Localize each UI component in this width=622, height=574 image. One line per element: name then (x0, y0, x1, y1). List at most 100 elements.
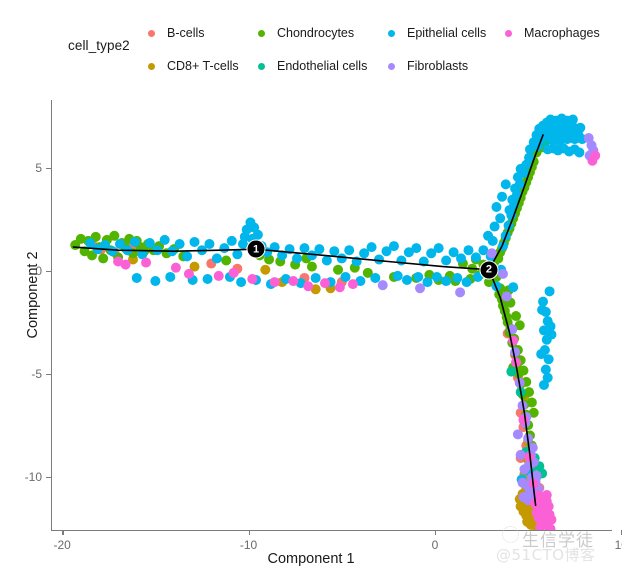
data-point (211, 253, 222, 264)
data-point (456, 253, 467, 264)
data-point (183, 268, 194, 279)
legend-swatch-icon (388, 29, 395, 37)
data-point (441, 255, 452, 266)
legend-item-b-cells[interactable]: B-cells (148, 26, 205, 40)
legend-item-endothelial-cells[interactable]: Endothelial cells (258, 59, 367, 73)
data-point (526, 397, 537, 408)
data-point (336, 253, 347, 264)
legend-swatch-icon (258, 62, 265, 70)
data-point (587, 155, 598, 166)
data-point (510, 347, 521, 358)
legend-item-label: Macrophages (524, 26, 600, 40)
data-point (370, 272, 381, 283)
data-point (441, 276, 452, 287)
data-point (182, 251, 193, 262)
data-point (366, 242, 377, 253)
data-point (544, 286, 555, 297)
data-point (247, 274, 258, 284)
trajectory-node-1: 1 (246, 239, 266, 259)
data-point (232, 249, 243, 260)
legend-item-label: B-cells (167, 26, 205, 40)
data-point (374, 254, 385, 265)
data-point (392, 270, 403, 281)
x-tick-mark (248, 530, 250, 535)
data-point (536, 349, 547, 360)
legend-item-cd8-t-cells[interactable]: CD8+ T-cells (148, 59, 239, 73)
plot-panel: 50-5-10 -20-10010 12 (25, 100, 622, 552)
data-point (518, 414, 529, 425)
legend-item-label: Epithelial cells (407, 26, 487, 40)
data-point (541, 490, 552, 501)
data-point (219, 243, 230, 254)
data-point (497, 268, 508, 279)
data-point (540, 364, 551, 375)
x-tick-label: -10 (239, 538, 258, 552)
data-point (512, 429, 523, 440)
x-axis-line (51, 530, 612, 532)
data-point (377, 280, 388, 291)
data-point (174, 239, 185, 250)
x-tick-mark (434, 530, 437, 535)
legend-item-label: Chondrocytes (277, 26, 355, 40)
data-point (518, 365, 529, 376)
data-point (288, 276, 299, 287)
data-point (150, 276, 161, 287)
data-point (507, 194, 518, 205)
data-point (159, 234, 170, 245)
data-point (189, 236, 200, 247)
data-point (333, 264, 344, 275)
data-point (314, 244, 325, 255)
data-point (98, 253, 109, 264)
data-point (344, 245, 355, 256)
data-point (226, 235, 237, 246)
data-point (483, 230, 494, 241)
data-point (120, 259, 131, 270)
data-point (131, 272, 142, 283)
trajectory-node-2: 2 (479, 260, 499, 280)
data-point (228, 267, 239, 278)
data-point (321, 255, 332, 266)
legend-title: cell_type2 (68, 38, 130, 53)
data-point (433, 243, 444, 254)
legend-item-chondrocytes[interactable]: Chondrocytes (258, 26, 354, 40)
data-point (144, 237, 155, 248)
data-point (141, 257, 152, 268)
data-point (170, 262, 181, 273)
legend-item-fibroblasts[interactable]: Fibroblasts (388, 59, 468, 73)
legend-swatch-icon (148, 29, 155, 37)
data-point (202, 274, 213, 284)
legend-item-label: Endothelial cells (277, 59, 368, 73)
data-point (508, 282, 519, 293)
data-point (538, 379, 549, 390)
legend-item-label: CD8+ T-cells (167, 59, 239, 73)
data-point (519, 464, 530, 475)
legend-item-macrophages[interactable]: Macrophages (505, 26, 600, 40)
plot-root: cell_type2 B-cells CD8+ T-cells Chondrocyt… (0, 0, 622, 574)
data-point (204, 239, 215, 250)
x-tick-label: 0 (431, 538, 439, 552)
legend-swatch-icon (148, 62, 155, 70)
legend-swatch-icon (388, 62, 395, 70)
data-point (517, 477, 528, 488)
data-point (129, 236, 140, 247)
legend-item-epithelial-cells[interactable]: Epithelial cells (388, 26, 486, 40)
data-point (165, 271, 176, 282)
data-point (310, 272, 321, 283)
data-point (495, 213, 506, 224)
x-axis-title: Component 1 (267, 551, 355, 567)
data-point (415, 283, 426, 294)
data-point (260, 264, 271, 275)
data-point (107, 246, 118, 257)
data-point (319, 278, 330, 289)
series-fibroblasts (377, 133, 599, 506)
data-point (396, 255, 407, 266)
legend-swatch-icon (258, 29, 265, 37)
data-point (504, 205, 515, 216)
data-point (431, 271, 442, 282)
data-point (574, 147, 585, 158)
y-axis-title: Component 2 (25, 251, 41, 339)
data-point (340, 271, 351, 282)
data-point (236, 277, 247, 288)
data-point (239, 231, 250, 242)
data-point (522, 516, 533, 527)
